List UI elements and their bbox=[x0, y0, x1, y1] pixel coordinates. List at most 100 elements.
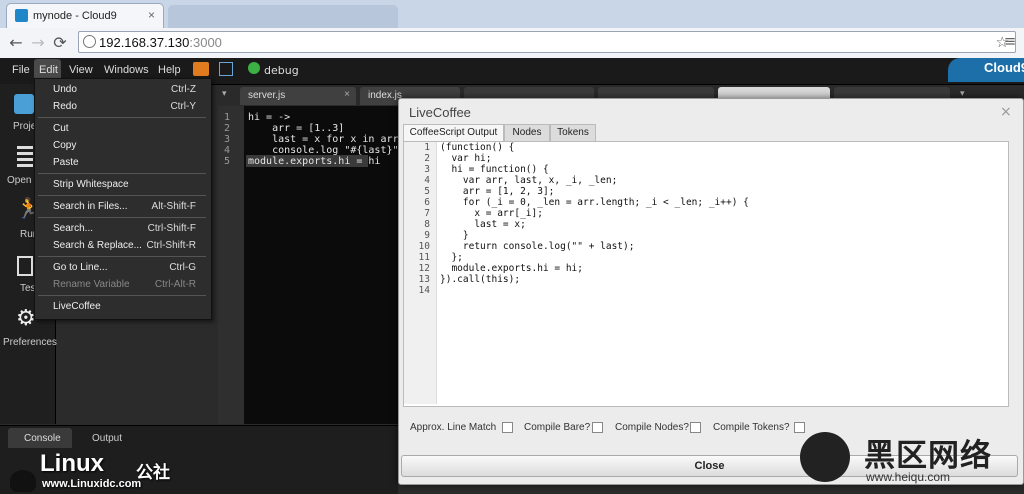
menu-item-undo[interactable]: Undo Ctrl-Z bbox=[36, 82, 208, 98]
menu-separator bbox=[38, 217, 206, 218]
sidebar-item-open[interactable]: Open bbox=[7, 175, 31, 186]
output-code-line: }).call(this); bbox=[440, 274, 521, 285]
option-compile-bare-label: Compile Bare? bbox=[524, 422, 591, 433]
line-number: 9 bbox=[424, 230, 430, 241]
output-code-line: return console.log("" + last); bbox=[440, 241, 635, 252]
browser-tab[interactable]: mynode - Cloud9 × bbox=[6, 3, 164, 28]
back-icon[interactable]: ← bbox=[6, 32, 26, 54]
output-code-line: var hi; bbox=[440, 153, 492, 164]
code-line: hi = -> bbox=[248, 112, 291, 123]
code-line: arr = [1..3] bbox=[248, 123, 345, 134]
save-icon[interactable] bbox=[219, 62, 233, 76]
line-number: 4 bbox=[224, 145, 231, 156]
code-line: last = x for x in arr bbox=[248, 134, 399, 145]
code-line: module.exports.hi = hi bbox=[248, 156, 381, 167]
line-number: 3 bbox=[224, 134, 231, 145]
menu-item-go-to-line[interactable]: Go to Line... Ctrl-G bbox=[36, 260, 208, 276]
line-number: 5 bbox=[224, 156, 231, 167]
output-code-line: for (_i = 0, _len = arr.length; _i < _le… bbox=[440, 197, 749, 208]
line-number: 11 bbox=[418, 252, 430, 263]
close-icon[interactable]: × bbox=[1000, 104, 1012, 120]
dialog-title: LiveCoffee bbox=[409, 105, 471, 120]
line-number: 6 bbox=[424, 197, 430, 208]
wrench-menu-icon[interactable]: ≡ bbox=[1000, 30, 1020, 52]
url-input[interactable]: 192.168.37.130:3000 ☆ bbox=[78, 31, 1016, 53]
option-approx-line-match-label: Approx. Line Match bbox=[410, 422, 497, 433]
url-text: 192.168.37.130:3000 bbox=[99, 35, 222, 50]
menu-item-search[interactable]: Search... Ctrl-Shift-F bbox=[36, 221, 208, 237]
line-number: 4 bbox=[424, 175, 430, 186]
watermark-heiqu-url: www.heiqu.com bbox=[866, 470, 951, 484]
output-code-line: x = arr[_i]; bbox=[440, 208, 543, 219]
output-code-line: var arr, last, x, _i, _len; bbox=[440, 175, 618, 186]
menu-item-rename-variable: Rename Variable Ctrl-Alt-R bbox=[53, 279, 196, 290]
menu-item-search-in-files[interactable]: Search in Files... Alt-Shift-F bbox=[36, 199, 208, 215]
gear-icon[interactable]: ⚙ bbox=[16, 306, 36, 331]
menu-separator bbox=[38, 173, 206, 174]
output-code-line: }; bbox=[440, 252, 463, 263]
tab-output[interactable]: Output bbox=[92, 433, 122, 444]
line-number: 5 bbox=[424, 186, 430, 197]
menu-file[interactable]: File bbox=[12, 64, 30, 76]
tab-menu-icon[interactable]: ▾ bbox=[222, 89, 227, 99]
watermark-linux-url: www.Linuxidc.com bbox=[42, 478, 142, 490]
output-code-line: last = x; bbox=[440, 219, 526, 230]
reload-icon[interactable]: ⟳ bbox=[50, 32, 70, 54]
line-number: 2 bbox=[424, 153, 430, 164]
menu-view[interactable]: View bbox=[69, 64, 93, 76]
line-number: 2 bbox=[224, 123, 231, 134]
menu-item-strip-whitespace[interactable]: Strip Whitespace bbox=[36, 177, 208, 193]
forward-icon[interactable]: → bbox=[28, 32, 48, 54]
sidebar-item-project[interactable]: Proje bbox=[13, 121, 36, 132]
line-number: 13 bbox=[418, 274, 430, 285]
option-approx-line-match-checkbox[interactable] bbox=[502, 422, 513, 433]
watermark-linux: Linux bbox=[40, 450, 104, 477]
option-compile-nodes-label: Compile Nodes? bbox=[615, 422, 689, 433]
editor-tab-server-js[interactable]: server.js × bbox=[240, 87, 356, 105]
browser-tab-title: mynode - Cloud9 bbox=[33, 10, 117, 22]
menu-help[interactable]: Help bbox=[158, 64, 181, 76]
option-compile-bare-checkbox[interactable] bbox=[592, 422, 603, 433]
line-number: 1 bbox=[224, 112, 231, 123]
menu-item-search-replace[interactable]: Search & Replace... Ctrl-Shift-R bbox=[36, 238, 208, 254]
option-compile-tokens-checkbox[interactable] bbox=[794, 422, 805, 433]
run-config-label[interactable]: debug bbox=[264, 64, 299, 77]
tab-coffeescript-output[interactable]: CoffeeScript Output bbox=[403, 124, 504, 141]
menu-separator bbox=[38, 256, 206, 257]
line-number: 8 bbox=[424, 219, 430, 230]
close-tab-icon[interactable]: × bbox=[148, 8, 155, 22]
deploy-icon[interactable] bbox=[193, 62, 209, 76]
open-files-icon[interactable] bbox=[17, 146, 33, 168]
line-number: 3 bbox=[424, 164, 430, 175]
tab-tokens[interactable]: Tokens bbox=[550, 124, 596, 141]
output-code-line: } bbox=[440, 230, 469, 241]
output-code-line: hi = function() { bbox=[440, 164, 549, 175]
menu-item-paste[interactable]: Paste bbox=[36, 155, 208, 171]
cloud9-logo-text: Cloud9 bbox=[984, 60, 1024, 75]
menu-item-cut[interactable]: Cut bbox=[36, 121, 208, 137]
menu-item-livecoffee[interactable]: LiveCoffee bbox=[36, 299, 208, 315]
page-info-icon bbox=[83, 35, 96, 48]
menu-item-redo[interactable]: Redo Ctrl-Y bbox=[36, 99, 208, 115]
tab-nodes[interactable]: Nodes bbox=[504, 124, 550, 141]
output-code-line: (function() { bbox=[440, 142, 515, 153]
tab-console-label[interactable]: Console bbox=[24, 433, 61, 444]
option-compile-nodes-checkbox[interactable] bbox=[690, 422, 701, 433]
background-browser-tab[interactable] bbox=[168, 5, 398, 28]
menu-separator bbox=[38, 117, 206, 118]
line-number: 10 bbox=[418, 241, 430, 252]
run-icon[interactable] bbox=[248, 62, 260, 74]
sidebar-item-preferences[interactable]: Preferences bbox=[3, 337, 57, 348]
line-number: 14 bbox=[418, 285, 430, 296]
watermark-heiqu: 黑区网络 bbox=[864, 438, 992, 474]
editor-gutter bbox=[218, 106, 244, 424]
code-line: console.log "#{last}" bbox=[248, 145, 399, 156]
project-files-icon[interactable] bbox=[14, 94, 34, 114]
test-icon[interactable] bbox=[17, 256, 33, 276]
menu-separator bbox=[38, 195, 206, 196]
output-code-line: arr = [1, 2, 3]; bbox=[440, 186, 555, 197]
line-number: 1 bbox=[424, 142, 430, 153]
option-compile-tokens-label: Compile Tokens? bbox=[713, 422, 790, 433]
menu-windows[interactable]: Windows bbox=[104, 64, 149, 76]
menu-item-copy[interactable]: Copy bbox=[36, 138, 208, 154]
